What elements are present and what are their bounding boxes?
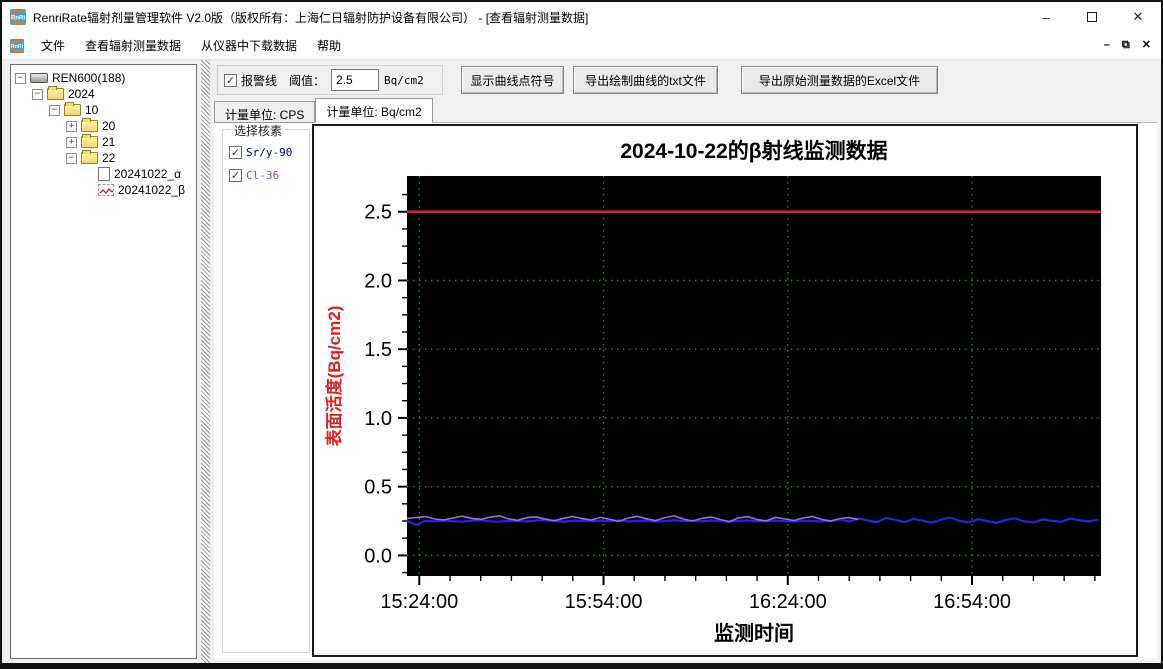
nuclide-row-sr90: ✓ Sr/y-90: [229, 146, 309, 159]
menu-view-data[interactable]: 查看辐射测量数据: [75, 33, 191, 58]
document-icon: [98, 167, 110, 181]
tree-item-2024[interactable]: − 2024: [11, 86, 196, 102]
tree-label: 2024: [68, 87, 95, 101]
tree-item-22[interactable]: − 22: [11, 150, 196, 166]
threshold-label: 阈值：: [289, 73, 326, 88]
svg-text:2024-10-22的β射线监测数据: 2024-10-22的β射线监测数据: [620, 139, 887, 163]
app-logo-icon: RnRi: [10, 9, 26, 25]
collapse-icon[interactable]: −: [66, 152, 77, 164]
app-window: RnRi RenriRate辐射剂量管理软件 V2.0版（版权所有：上海仁日辐射…: [0, 0, 1163, 669]
tree-label: 10: [85, 103, 99, 117]
svg-text:RnRi: RnRi: [11, 16, 25, 22]
svg-text:2.0: 2.0: [364, 270, 392, 292]
tab-unit-bqcm2[interactable]: 计量单位: Bq/cm2: [315, 98, 433, 123]
tree-item-10[interactable]: − 10: [11, 102, 196, 118]
nuclide-groupbox: 选择核素 ✓ Sr/y-90 ✓ Cl-36: [222, 122, 310, 653]
folder-icon: [81, 134, 98, 148]
panel-splitter[interactable]: [201, 60, 210, 663]
folder-icon: [47, 86, 64, 100]
window-controls: – ✕: [1023, 2, 1161, 32]
nuclide-groupbox-title: 选择核素: [231, 122, 286, 139]
mdi-window-controls: – ⧉ ✕: [1104, 40, 1161, 51]
collapse-icon[interactable]: −: [49, 104, 60, 116]
svg-text:1.0: 1.0: [364, 408, 392, 430]
curve-file-icon: [98, 184, 114, 196]
tree-item-20[interactable]: + 20: [11, 118, 196, 134]
menu-download[interactable]: 从仪器中下载数据: [191, 33, 307, 58]
nuclide-row-cl36: ✓ Cl-36: [229, 169, 309, 182]
maximize-icon: [1087, 12, 1097, 22]
alarm-line-checkbox[interactable]: ✓: [224, 73, 237, 87]
folder-icon: [81, 118, 98, 132]
svg-text:1.5: 1.5: [364, 339, 392, 361]
mdi-child-icon: RnRi: [9, 38, 25, 53]
collapse-icon[interactable]: −: [15, 72, 26, 84]
show-curve-points-button[interactable]: 显示曲线点符号: [461, 66, 564, 94]
tree-label: 20: [102, 119, 116, 133]
client-area: − REN600(188) − 2024 − 10 + 20 + 21 − 22…: [2, 60, 1161, 663]
svg-text:0.0: 0.0: [364, 545, 392, 567]
threshold-input[interactable]: [331, 69, 380, 91]
tree-label: 20241022_β: [118, 183, 185, 197]
export-excel-button[interactable]: 导出原始测量数据的Excel文件: [741, 66, 938, 94]
chart-panel: 2024-10-22的β射线监测数据 0.0 0.5 1.0 1.5 2.0 2.5 15:2…: [312, 124, 1138, 657]
tree-item-20241022-alpha[interactable]: 20241022_α: [11, 166, 196, 182]
mdi-minimize-button[interactable]: –: [1104, 40, 1110, 51]
mdi-restore-button[interactable]: ⧉: [1122, 40, 1130, 51]
tree-label: 21: [102, 135, 116, 149]
svg-text:15:54:00: 15:54:00: [565, 591, 643, 613]
menu-file[interactable]: 文件: [31, 33, 75, 58]
svg-text:监测时间: 监测时间: [714, 622, 794, 645]
alarm-line-panel: ✓ 报警线 阈值： Bq/cm2: [217, 65, 443, 95]
svg-text:16:54:00: 16:54:00: [933, 591, 1011, 613]
svg-text:15:24:00: 15:24:00: [380, 591, 458, 613]
tree-label: 22: [102, 151, 116, 165]
tree-item-20241022-beta[interactable]: 20241022_β: [11, 182, 196, 198]
alarm-line-label: 报警线: [241, 73, 278, 88]
expand-icon[interactable]: +: [66, 136, 77, 148]
device-icon: [30, 73, 48, 83]
tree-item-ren600[interactable]: − REN600(188): [11, 70, 196, 86]
nuclide-cl36-checkbox[interactable]: ✓: [229, 169, 242, 182]
tab-page-bqcm2: 选择核素 ✓ Sr/y-90 ✓ Cl-36 2024-10-22的β射线监测数…: [214, 122, 1157, 659]
folder-icon: [64, 102, 81, 116]
svg-text:2.5: 2.5: [364, 202, 392, 224]
window-title: RenriRate辐射剂量管理软件 V2.0版（版权所有：上海仁日辐射防护设备有…: [33, 10, 589, 25]
menu-bar: RnRi 文件 查看辐射测量数据 从仪器中下载数据 帮助 – ⧉ ✕: [2, 32, 1161, 60]
nuclide-sr90-label: Sr/y-90: [246, 146, 293, 159]
measurement-tree: − REN600(188) − 2024 − 10 + 20 + 21 − 22…: [10, 64, 197, 659]
svg-text:RnRi: RnRi: [11, 44, 24, 50]
menu-help[interactable]: 帮助: [307, 33, 351, 58]
expand-icon[interactable]: +: [66, 120, 77, 132]
nuclide-cl36-label: Cl-36: [246, 169, 280, 182]
collapse-icon[interactable]: −: [32, 88, 43, 100]
tree-item-21[interactable]: + 21: [11, 134, 196, 150]
maximize-button[interactable]: [1069, 2, 1115, 32]
tree-label: 20241022_α: [114, 167, 182, 181]
beta-monitor-chart: 2024-10-22的β射线监测数据 0.0 0.5 1.0 1.5 2.0 2.5 15:2…: [324, 139, 1101, 645]
minimize-button[interactable]: –: [1023, 2, 1069, 32]
nuclide-sr90-checkbox[interactable]: ✓: [229, 146, 242, 159]
threshold-unit-label: Bq/cm2: [384, 73, 424, 87]
tree-label: REN600(188): [52, 71, 126, 85]
tab-unit-cps[interactable]: 计量单位: CPS: [214, 101, 316, 123]
svg-text:16:24:00: 16:24:00: [749, 591, 827, 613]
svg-text:0.5: 0.5: [364, 477, 392, 499]
export-txt-button[interactable]: 导出绘制曲线的txt文件: [573, 66, 718, 94]
svg-text:表面活度(Bq/cm2): 表面活度(Bq/cm2): [324, 306, 344, 447]
mdi-close-button[interactable]: ✕: [1142, 40, 1151, 51]
unit-tabstrip: 计量单位: CPS 计量单位: Bq/cm2: [214, 98, 433, 123]
close-button[interactable]: ✕: [1115, 2, 1161, 32]
folder-icon: [81, 150, 98, 164]
title-bar: RnRi RenriRate辐射剂量管理软件 V2.0版（版权所有：上海仁日辐射…: [2, 2, 1161, 32]
